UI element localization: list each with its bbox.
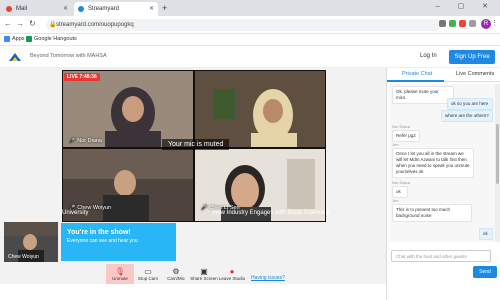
control-label: Cam/Mic xyxy=(167,276,185,281)
chat-message: where are the others? xyxy=(441,110,493,122)
bookmark-star-icon[interactable] xyxy=(439,20,446,27)
login-link[interactable]: Log In xyxy=(420,53,437,59)
chat-message: Refer pg2 xyxy=(392,130,420,142)
stop-cam-button[interactable]: ▭ Stop Cam xyxy=(134,264,162,284)
browser-tab-label: Streamyard xyxy=(88,6,120,12)
new-tab-icon[interactable]: + xyxy=(162,3,167,13)
url-text: streamyard.com/ouopupogkq xyxy=(56,22,134,28)
cam-mic-settings-button[interactable]: ⚙ Cam/Mic xyxy=(162,264,190,284)
unmute-button[interactable]: 🎙 Unmute xyxy=(106,264,134,284)
chat-scrollbar[interactable] xyxy=(495,84,500,242)
forward-icon[interactable]: → xyxy=(16,19,24,28)
url-bar[interactable]: 🔒 streamyard.com/ouopupogkq xyxy=(46,19,441,31)
mic-icon: 🎤 xyxy=(69,138,76,144)
bookmark-label: Google Hangouts xyxy=(34,36,77,42)
mic-off-icon: 🎙 xyxy=(114,267,126,276)
control-label: Leave Studio xyxy=(218,276,246,281)
leave-studio-button[interactable]: ● Leave Studio xyxy=(218,264,246,284)
participant-video-image xyxy=(63,71,193,147)
scrollbar-thumb[interactable] xyxy=(496,124,499,184)
chat-panel: Private Chat Live Comments Ok. please mu… xyxy=(386,68,500,300)
streamyard-favicon-icon xyxy=(78,6,84,12)
extension-icon[interactable] xyxy=(469,20,476,27)
chat-message: ok xyxy=(479,228,493,240)
close-tab-icon[interactable]: ✕ xyxy=(63,5,68,12)
in-show-title: You're in the show! xyxy=(67,229,131,236)
back-icon[interactable]: ← xyxy=(4,19,12,28)
self-name: Chew Woiyun xyxy=(8,254,39,260)
browser-tab-strip: Mail ✕ Streamyard ✕ + – ▢ ✕ xyxy=(0,0,500,16)
self-view-tile[interactable]: Chew Woiyun xyxy=(4,222,58,262)
window-controls[interactable]: – ▢ ✕ xyxy=(436,2,496,10)
mail-favicon-icon xyxy=(6,6,12,12)
browser-menu-icon[interactable]: ⋮ xyxy=(491,19,498,27)
lower-banner-left: University xyxy=(62,210,89,216)
camera-icon: ▭ xyxy=(144,267,152,276)
mic-muted-notice: Your mic is muted xyxy=(162,139,230,150)
chat-message: ok so you are here xyxy=(447,98,493,110)
in-show-subtitle: Everyone can see and hear you xyxy=(67,238,138,244)
tab-live-comments[interactable]: Live Comments xyxy=(456,71,494,77)
control-label: Unmute xyxy=(112,276,128,281)
bookmark-label: Apps xyxy=(12,36,25,42)
send-button[interactable]: Send xyxy=(473,266,497,278)
chat-sender: Jen xyxy=(392,198,399,203)
studio-controls: 🎙 Unmute ▭ Stop Cam ⚙ Cam/Mic ▣ Share Sc… xyxy=(106,264,246,284)
apps-grid-icon xyxy=(4,36,10,42)
browser-tab-streamyard[interactable]: Streamyard ✕ xyxy=(74,2,158,16)
participant-tile[interactable]: 🎤 Nor Diana xyxy=(63,71,193,147)
share-screen-button[interactable]: ▣ Share Screen xyxy=(190,264,218,284)
browser-tab-label: Mail xyxy=(16,6,28,12)
bookmark-apps[interactable]: Apps xyxy=(4,36,25,42)
reload-icon[interactable]: ↻ xyxy=(29,19,36,28)
streamyard-logo-icon xyxy=(9,53,21,61)
bookmarks-bar: Apps Google Hangouts xyxy=(0,34,500,46)
event-title: Beyond Tomorrow with MAHSA xyxy=(30,53,107,59)
chat-sender: Jen xyxy=(392,142,399,147)
monitor-icon: ▣ xyxy=(200,267,208,276)
chat-messages: Ok. please mute your mics. ok so you are… xyxy=(389,84,495,242)
active-tab-indicator xyxy=(387,80,444,82)
chat-message: ok xyxy=(392,186,408,198)
lower-banner-title: How Industry Engages with Basic Science … xyxy=(213,210,331,216)
participant-video-image xyxy=(195,71,325,147)
control-label: Share Screen xyxy=(190,276,218,281)
close-tab-icon[interactable]: ✕ xyxy=(149,5,154,12)
chat-message: Ok. please mute your mics. xyxy=(392,86,454,104)
app-header: Beyond Tomorrow with MAHSA Log In Sign U… xyxy=(0,46,500,68)
having-issues-link[interactable]: Having issues? xyxy=(251,275,285,281)
signup-button[interactable]: Sign Up Free xyxy=(449,50,495,64)
mic-icon: 🎤 xyxy=(201,205,208,211)
browser-tab-mail[interactable]: Mail ✕ xyxy=(2,2,72,16)
bookmark-hangouts[interactable]: Google Hangouts xyxy=(26,36,77,42)
leave-icon: ● xyxy=(229,267,235,276)
chat-input[interactable]: Chat with the host and other guests xyxy=(391,250,491,262)
chat-message: Once I let you all in the stream we will… xyxy=(392,148,474,178)
participant-tile[interactable] xyxy=(195,71,325,147)
participant-name: 🎤 Nor Diana xyxy=(69,138,102,144)
control-label: Stop Cam xyxy=(137,276,158,281)
tab-private-chat[interactable]: Private Chat xyxy=(402,71,432,77)
chat-message: This is to prevent too much background n… xyxy=(392,204,472,222)
hangouts-icon xyxy=(26,36,32,42)
extension-icon[interactable] xyxy=(459,20,466,27)
extension-icon[interactable] xyxy=(449,20,456,27)
address-toolbar: ← → ↻ 🔒 streamyard.com/ouopupogkq R ⋮ xyxy=(0,16,500,34)
profile-avatar[interactable]: R xyxy=(481,19,491,29)
chat-tabs: Private Chat Live Comments xyxy=(387,68,500,82)
chat-sender: Nor Diana xyxy=(392,180,411,185)
in-show-notice: You're in the show! Everyone can see and… xyxy=(61,223,176,261)
lock-icon: 🔒 xyxy=(49,22,57,28)
gear-icon: ⚙ xyxy=(172,267,180,276)
live-timer-badge: LIVE 7:48:36 xyxy=(64,73,100,81)
chat-sender: Nor Diana xyxy=(392,124,411,129)
